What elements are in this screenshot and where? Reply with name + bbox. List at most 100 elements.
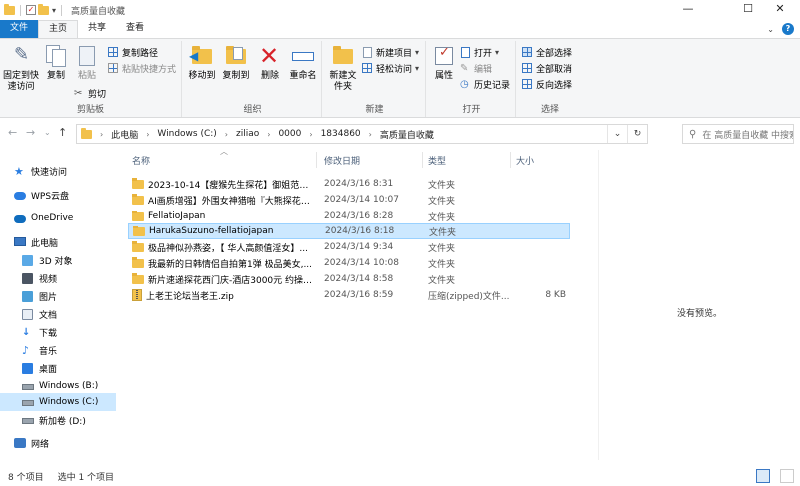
table-row[interactable]: AI画质增强】外围女神猎啪『大熊探花』... 2024/3/14 10:07 文… bbox=[128, 192, 570, 208]
new-folder-quick-icon[interactable] bbox=[38, 3, 49, 15]
table-row[interactable]: 新片速递探花西门庆-酒店3000元 约操气... 2024/3/14 8:58 … bbox=[128, 271, 570, 287]
invert-selection-button[interactable]: 反向选择 bbox=[522, 78, 572, 91]
chevron-right-icon[interactable]: › bbox=[365, 130, 376, 139]
file-name: FellatioJapan bbox=[148, 211, 206, 221]
new-item-button[interactable]: 新建项目 ▾ bbox=[362, 46, 419, 59]
nav-wps-cloud[interactable]: WPS云盘 bbox=[0, 186, 116, 204]
clipboard-group-label: 剪贴板 bbox=[76, 105, 104, 115]
nav-drive-c[interactable]: Windows (C:) bbox=[0, 393, 116, 411]
tab-share[interactable]: 共享 bbox=[78, 20, 116, 38]
nav-this-pc[interactable]: 此电脑 bbox=[0, 233, 116, 251]
column-header-type[interactable]: 类型 bbox=[428, 154, 446, 167]
select-none-icon bbox=[522, 63, 533, 74]
new-group: 新建文件夹 新建项目 ▾ 轻松访问 ▾ 新建 bbox=[324, 41, 426, 117]
edit-button[interactable]: ✎ 编辑 bbox=[460, 62, 492, 75]
copy-to-button[interactable]: 复制到 bbox=[220, 43, 252, 82]
history-button[interactable]: ◷ 历史记录 bbox=[460, 78, 510, 91]
file-size: 8 KB bbox=[545, 290, 566, 300]
address-bar[interactable]: › 此电脑 › Windows (C:) › ziliao › 0000 › 1… bbox=[76, 124, 648, 144]
move-to-button[interactable]: ◀ 移动到 bbox=[186, 43, 218, 82]
select-none-button[interactable]: 全部取消 bbox=[522, 62, 572, 75]
help-icon[interactable]: ? bbox=[782, 23, 794, 35]
nav-3d-objects[interactable]: 3D 对象 bbox=[0, 251, 116, 269]
breadcrumb-this-pc[interactable]: 此电脑 bbox=[107, 128, 142, 141]
properties-button[interactable]: 属性 bbox=[430, 43, 458, 82]
table-row[interactable]: 2023-10-14【瘦猴先生探花】御姐范良... 2024/3/16 8:31… bbox=[128, 176, 570, 192]
column-divider[interactable] bbox=[510, 152, 511, 168]
minimize-button[interactable]: — bbox=[668, 0, 708, 20]
copy-path-button[interactable]: 复制路径 bbox=[108, 46, 158, 59]
easy-access-button[interactable]: 轻松访问 ▾ bbox=[362, 62, 419, 75]
column-header-size[interactable]: 大小 bbox=[516, 154, 534, 167]
copy-icon bbox=[43, 43, 69, 69]
chevron-right-icon[interactable]: › bbox=[221, 130, 232, 139]
table-row[interactable]: 我最新的日韩情侣自拍第1弹 极品美女,... 2024/3/14 10:08 文… bbox=[128, 255, 570, 271]
rename-button[interactable]: 重命名 bbox=[286, 43, 320, 82]
customize-quick-access-icon[interactable]: ▾ bbox=[52, 6, 56, 15]
nav-quick-access[interactable]: ★ 快速访问 bbox=[0, 162, 116, 180]
new-folder-button[interactable]: 新建文件夹 bbox=[326, 43, 360, 93]
rename-icon bbox=[290, 43, 316, 69]
up-arrow-icon[interactable]: ↑ bbox=[58, 126, 67, 139]
breadcrumb-ziliao[interactable]: ziliao bbox=[232, 129, 263, 139]
table-row-selected[interactable]: HarukaSuzuno-fellatiojapan 2024/3/16 8:1… bbox=[128, 223, 570, 239]
paste-shortcut-button[interactable]: 粘贴快捷方式 bbox=[108, 62, 176, 75]
open-button[interactable]: 打开 ▾ bbox=[460, 46, 499, 59]
copy-button[interactable]: 复制 bbox=[42, 43, 70, 82]
details-view-icon[interactable] bbox=[756, 469, 770, 483]
forward-arrow-icon[interactable]: → bbox=[26, 126, 35, 139]
chevron-right-icon[interactable]: › bbox=[96, 130, 107, 139]
title-bar: ✓ ▾ 高质量自收藏 — ☐ ✕ bbox=[0, 0, 800, 20]
tab-file[interactable]: 文件 bbox=[0, 20, 38, 38]
table-row[interactable]: 上老王论坛当老王.zip 2024/3/16 8:59 压缩(zipped)文件… bbox=[128, 287, 570, 303]
nav-videos[interactable]: 视频 bbox=[0, 269, 116, 287]
chevron-right-icon[interactable]: › bbox=[263, 130, 274, 139]
folder-icon bbox=[132, 211, 144, 221]
chevron-right-icon[interactable]: › bbox=[142, 130, 153, 139]
open-icon bbox=[460, 47, 471, 58]
item-count: 8 个项目 bbox=[8, 472, 44, 483]
select-all-button[interactable]: 全部选择 bbox=[522, 46, 572, 59]
file-type: 文件夹 bbox=[428, 180, 456, 191]
nav-documents[interactable]: 文档 bbox=[0, 305, 116, 323]
column-header-name[interactable]: 名称 bbox=[132, 154, 150, 167]
search-placeholder: 在 高质量自收藏 中搜索 bbox=[702, 130, 794, 141]
chevron-right-icon[interactable]: › bbox=[305, 130, 316, 139]
nav-music[interactable]: ♪ 音乐 bbox=[0, 341, 116, 359]
large-icons-view-icon[interactable] bbox=[780, 469, 794, 483]
breadcrumb-drive-c[interactable]: Windows (C:) bbox=[153, 129, 220, 139]
close-button[interactable]: ✕ bbox=[760, 0, 800, 20]
breadcrumb-0000[interactable]: 0000 bbox=[274, 129, 305, 139]
paste-button[interactable]: 粘贴 bbox=[72, 43, 102, 82]
nav-pictures[interactable]: 图片 bbox=[0, 287, 116, 305]
column-header-date[interactable]: 修改日期 bbox=[324, 154, 360, 167]
table-row[interactable]: FellatioJapan 2024/3/16 8:28 文件夹 bbox=[128, 208, 570, 224]
properties-quick-icon[interactable]: ✓ bbox=[26, 5, 36, 15]
pin-to-quick-access-button[interactable]: ✎ 固定到快速访问 bbox=[2, 43, 40, 93]
breadcrumb-current[interactable]: 高质量自收藏 bbox=[376, 128, 438, 141]
preview-pane: 没有预览。 bbox=[598, 150, 800, 460]
cut-button[interactable]: ✂ 剪切 bbox=[74, 87, 106, 100]
column-divider[interactable] bbox=[422, 152, 423, 168]
file-type: 文件夹 bbox=[428, 259, 456, 270]
zip-file-icon bbox=[132, 289, 142, 301]
delete-button[interactable]: ✕ 删除 bbox=[256, 43, 284, 82]
nav-desktop[interactable]: 桌面 bbox=[0, 359, 116, 377]
table-row[interactable]: 极品神似孙燕姿，【 华人高颜值淫女】... 2024/3/14 9:34 文件夹 bbox=[128, 239, 570, 255]
tab-home[interactable]: 主页 bbox=[38, 20, 79, 38]
chevron-down-icon[interactable]: ⌄ bbox=[767, 25, 774, 34]
column-divider[interactable] bbox=[316, 152, 317, 168]
recent-locations-chevron-icon[interactable]: ⌄ bbox=[44, 128, 51, 137]
refresh-icon[interactable]: ↻ bbox=[627, 125, 647, 143]
address-history-chevron-icon[interactable]: ⌄ bbox=[607, 125, 627, 143]
nav-onedrive[interactable]: OneDrive bbox=[0, 209, 116, 227]
nav-network[interactable]: 网络 bbox=[0, 434, 116, 452]
paste-shortcut-label: 粘贴快捷方式 bbox=[122, 65, 177, 75]
nav-drive-d[interactable]: 新加卷 (D:) bbox=[0, 411, 116, 429]
file-name: HarukaSuzuno-fellatiojapan bbox=[149, 226, 274, 236]
back-arrow-icon[interactable]: ← bbox=[8, 126, 17, 139]
search-box[interactable]: ⚲ 在 高质量自收藏 中搜索 bbox=[682, 124, 794, 144]
breadcrumb-1834860[interactable]: 1834860 bbox=[317, 129, 365, 139]
nav-downloads[interactable]: ↓ 下载 bbox=[0, 323, 116, 341]
tab-view[interactable]: 查看 bbox=[116, 20, 154, 38]
